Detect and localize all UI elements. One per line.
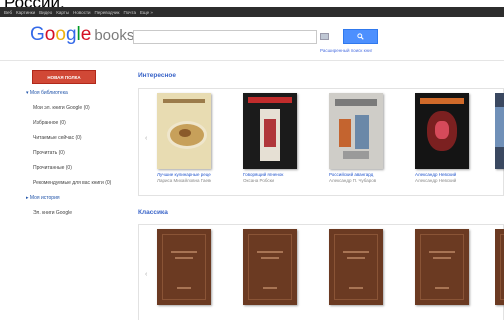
search-button[interactable] <box>343 29 378 44</box>
nav-video[interactable]: Видео <box>39 10 52 15</box>
book-card[interactable]: Российский авангард Александр П. Чубаров <box>329 93 383 183</box>
book-card[interactable]: Александр Невский Александр Невский <box>415 93 469 183</box>
book-card[interactable] <box>415 229 469 308</box>
book-author: Александр Невский <box>415 178 457 183</box>
search-icon <box>357 33 364 40</box>
book-card[interactable] <box>495 229 504 308</box>
advanced-search-link[interactable]: Расширенный поиск книг <box>320 48 372 53</box>
logo-google: Google <box>30 24 92 45</box>
top-nav: Веб Картинки Видео Карты Новости Перевод… <box>0 7 504 17</box>
search-input[interactable] <box>133 30 317 44</box>
nav-images[interactable]: Картинки <box>16 10 35 15</box>
sidebar: ▾ Моя библиотека Мои эл. книги Google (0… <box>26 90 122 225</box>
nav-news[interactable]: Новости <box>73 10 90 15</box>
header-divider <box>0 60 504 61</box>
book-cover[interactable] <box>243 93 297 169</box>
book-cover[interactable] <box>243 229 297 305</box>
book-cover[interactable] <box>329 229 383 305</box>
book-cover[interactable] <box>329 93 383 169</box>
book-card[interactable] <box>329 229 383 308</box>
nav-translate[interactable]: Переводчик <box>95 10 120 15</box>
book-title[interactable]: Говорящий ягненок <box>243 172 297 177</box>
book-cover[interactable] <box>415 93 469 169</box>
sidebar-item-my-ebooks[interactable]: Мои эл. книги Google (0) <box>26 105 122 112</box>
sidebar-item-have-read[interactable]: Прочитанные (0) <box>26 165 122 172</box>
sidebar-item-my-library[interactable]: ▾ Моя библиотека <box>26 90 122 97</box>
book-title[interactable]: Александр Невский <box>415 172 469 177</box>
sidebar-item-google-ebooks[interactable]: Эл. книги Google <box>26 210 122 217</box>
book-cover[interactable] <box>157 93 211 169</box>
shelf-row-classics: ‹ <box>138 224 504 320</box>
book-card[interactable]: Лучшие кулинарные рецепты Лариса Михайло… <box>157 93 211 183</box>
shelf-prev-arrow-icon[interactable]: ‹ <box>145 271 147 278</box>
book-cover[interactable] <box>157 229 211 305</box>
book-card[interactable]: Говорящий ягненок Оксана Робски <box>243 93 297 183</box>
book-cover[interactable] <box>495 229 504 305</box>
shelf-prev-arrow-icon[interactable]: ‹ <box>145 135 147 142</box>
sidebar-item-to-read[interactable]: Прочитать (0) <box>26 150 122 157</box>
book-card[interactable] <box>157 229 211 308</box>
nav-web[interactable]: Веб <box>4 10 12 15</box>
new-shelf-button[interactable]: НОВАЯ ПОЛКА <box>32 70 96 84</box>
google-books-logo[interactable]: Google books <box>30 24 134 47</box>
book-card[interactable] <box>495 93 504 173</box>
shelf-title-interesting[interactable]: Интересное <box>138 72 176 79</box>
book-cover[interactable] <box>495 93 504 169</box>
sidebar-item-my-history[interactable]: ▸ Моя история <box>26 195 122 202</box>
book-cover[interactable] <box>415 229 469 305</box>
shelf-title-classics[interactable]: Классика <box>138 209 168 216</box>
sidebar-item-favorites[interactable]: Избранное (0) <box>26 120 122 127</box>
nav-mail[interactable]: Почта <box>123 10 136 15</box>
shelf-row-interesting: ‹ Лучшие кулинарные рецепты Лариса Михай… <box>138 88 504 196</box>
book-title[interactable]: Лучшие кулинарные рецепты <box>157 172 211 177</box>
book-author: Александр П. Чубаров <box>329 178 377 183</box>
book-author: Оксана Робски <box>243 178 275 183</box>
keyboard-icon[interactable] <box>320 33 329 40</box>
logo-books: books <box>94 27 135 44</box>
book-card[interactable] <box>243 229 297 308</box>
nav-more[interactable]: Еще » <box>140 10 153 15</box>
sidebar-item-reading-now[interactable]: Читаемые сейчас (0) <box>26 135 122 142</box>
book-title[interactable]: Российский авангард <box>329 172 383 177</box>
book-author: Лариса Михайловна Гаевская <box>157 178 211 183</box>
google-top-bar: Веб Картинки Видео Карты Новости Перевод… <box>0 7 504 17</box>
nav-maps[interactable]: Карты <box>56 10 69 15</box>
sidebar-item-recommended[interactable]: Рекомендуемые для вас книги (0) <box>26 180 122 187</box>
